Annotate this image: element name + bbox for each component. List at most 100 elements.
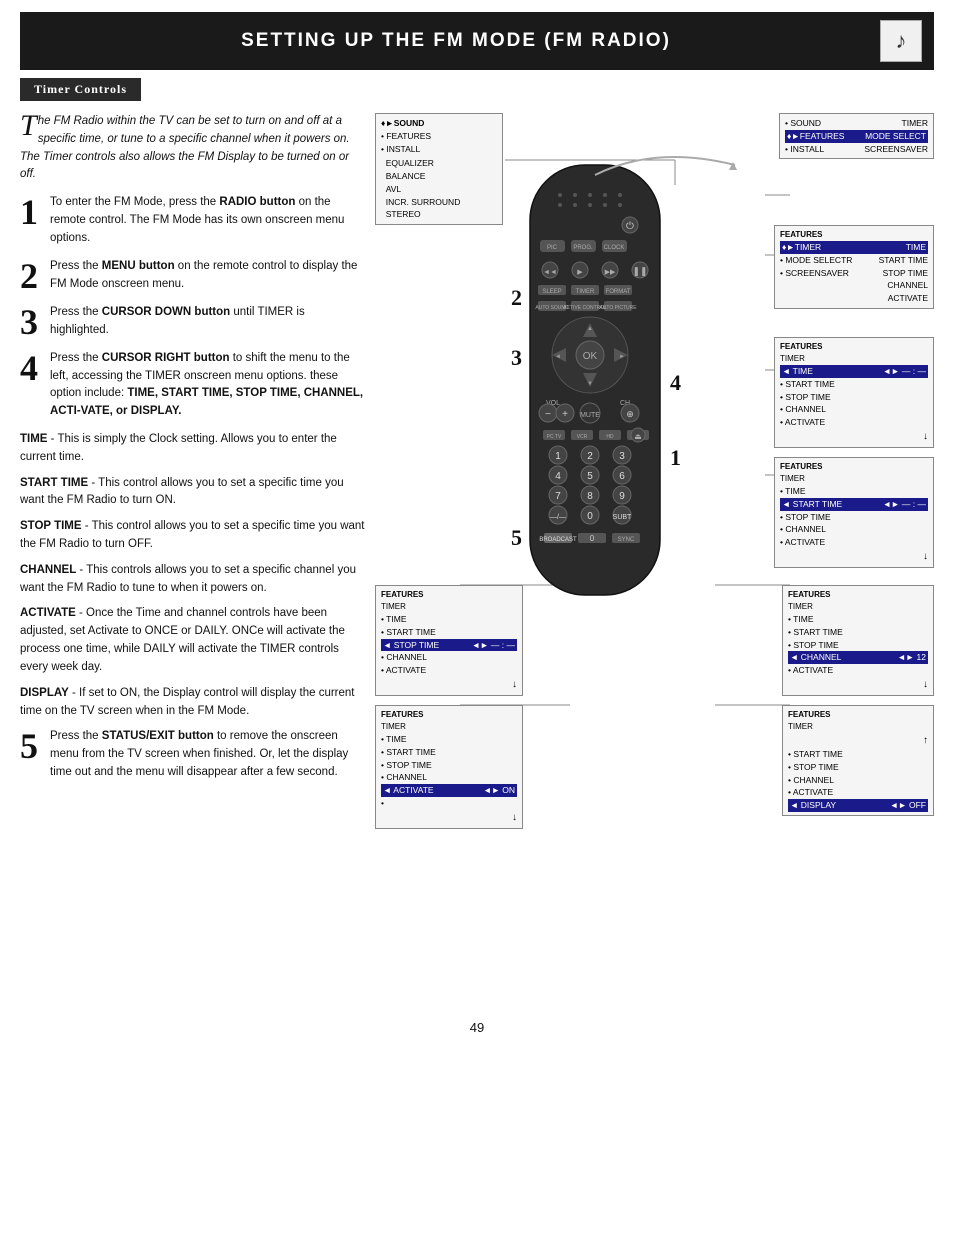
fac-dot: • — [381, 797, 517, 810]
features-timer-box-3: FEATURES TIMER • TIME ◄ START TIME ◄► — … — [774, 457, 934, 568]
ft2-features: FEATURES — [780, 341, 928, 353]
step-1-number: 1 — [20, 194, 44, 247]
ft1-mode-row: • MODE SELECTR START TIME — [780, 254, 928, 267]
ft1-screen-row: • SCREENSAVER STOP TIME — [780, 267, 928, 280]
svg-text:PC TV: PC TV — [547, 434, 562, 440]
svg-text:1: 1 — [555, 451, 561, 462]
fst-arrow-down: ↓ — [381, 677, 517, 692]
sound-menu-topleft: ♦►SOUND • FEATURES • INSTALL EQUALIZER B… — [375, 113, 503, 225]
ft3-features: FEATURES — [780, 461, 928, 473]
svg-text:AUTO PICTURE: AUTO PICTURE — [599, 305, 637, 311]
ft1-activate: ACTIVATE — [888, 293, 928, 303]
svg-text:OK: OK — [583, 351, 598, 362]
ft2-time: ◄ TIME — [782, 365, 813, 378]
ft1-channel: CHANNEL — [887, 280, 928, 290]
svg-text:5: 5 — [587, 471, 593, 482]
ft1-activate-row: ACTIVATE — [780, 292, 928, 305]
svg-text:HD: HD — [606, 434, 614, 440]
body-channel: CHANNEL - This controls allows you to se… — [20, 562, 365, 598]
svg-text:3: 3 — [619, 451, 625, 462]
svg-text:SLEEP: SLEEP — [542, 289, 561, 295]
features-activate-box: FEATURES TIMER • TIME • START TIME • STO… — [375, 705, 523, 829]
fac-stoptime: • STOP TIME — [381, 759, 517, 772]
svg-text:⏏: ⏏ — [634, 432, 642, 441]
sound-item-equalizer: EQUALIZER — [381, 157, 497, 170]
fac-time: • TIME — [381, 733, 517, 746]
ft2-activate: • ACTIVATE — [780, 416, 928, 429]
svg-text:MUTE: MUTE — [580, 412, 600, 419]
svg-text:TIMER: TIMER — [576, 289, 595, 295]
svg-text:9: 9 — [619, 491, 625, 502]
svg-text:+: + — [562, 409, 568, 420]
box-sound-row: • SOUND TIMER — [785, 117, 928, 130]
step-3-text: Press the CURSOR DOWN button until TIMER… — [50, 304, 365, 340]
fst-time: • TIME — [381, 613, 517, 626]
fac-starttime: • START TIME — [381, 746, 517, 759]
svg-text:SUBT: SUBT — [613, 514, 632, 521]
ft2-stoptime: • STOP TIME — [780, 391, 928, 404]
fac-features: FEATURES — [381, 709, 517, 721]
ft1-stoptime: STOP TIME — [883, 267, 928, 280]
box-install-row: • INSTALL SCREENSAVER — [785, 143, 928, 156]
body-time: TIME - This is simply the Clock setting.… — [20, 431, 365, 467]
svg-text:◄: ◄ — [555, 354, 561, 360]
svg-text:2: 2 — [587, 451, 593, 462]
fch-timer: TIMER — [788, 601, 928, 613]
ft1-starttime: START TIME — [879, 254, 928, 267]
features-display-box: FEATURES TIMER ↑ • START TIME • STOP TIM… — [782, 705, 934, 816]
intro-text: T he FM Radio within the TV can be set t… — [20, 113, 365, 184]
fd-starttime: • START TIME — [788, 748, 928, 761]
fac-arrow-down: ↓ — [381, 810, 517, 825]
intro-body: he FM Radio within the TV can be set to … — [20, 115, 350, 180]
ft1-mode: • MODE SELECTR — [780, 254, 852, 267]
features-stoptime-box: FEATURES TIMER • TIME • START TIME ◄ STO… — [375, 585, 523, 696]
fst-features: FEATURES — [381, 589, 517, 601]
fst-stoptime: ◄ STOP TIME — [383, 639, 439, 652]
step-1-container: 1 To enter the FM Mode, press the RADIO … — [20, 194, 365, 247]
fst-starttime: • START TIME — [381, 626, 517, 639]
svg-text:▶▶: ▶▶ — [605, 269, 616, 276]
sr-sound: • SOUND — [785, 117, 821, 130]
right-column: ⏻ PIC PROG. CLOCK ◄◄ ▶ ▶▶ ❚❚ — [375, 105, 934, 1005]
svg-text:4: 4 — [670, 370, 681, 395]
fd-highlighted: ◄ DISPLAY ◄► OFF — [788, 799, 928, 812]
svg-text:PROG.: PROG. — [573, 245, 593, 251]
fst-value: ◄► — : — — [472, 639, 515, 652]
body-display: DISPLAY - If set to ON, the Display cont… — [20, 685, 365, 721]
step-5-number: 5 — [20, 728, 44, 781]
svg-text:3: 3 — [511, 345, 522, 370]
ft3-value: ◄► — : — — [883, 498, 926, 511]
fst-highlighted: ◄ STOP TIME ◄► — : — — [381, 639, 517, 652]
features-timer-box-2: FEATURES TIMER ◄ TIME ◄► — : — • START T… — [774, 337, 934, 448]
step-4-container: 4 Press the CURSOR RIGHT button to shift… — [20, 350, 365, 421]
svg-text:6: 6 — [619, 471, 625, 482]
ft3-activate: • ACTIVATE — [780, 536, 928, 549]
ft1-timer-highlighted: ♦►TIMER TIME — [780, 241, 928, 254]
ft1-screen: • SCREENSAVER — [780, 267, 849, 280]
step-2-container: 2 Press the MENU button on the remote co… — [20, 258, 365, 294]
svg-text:⏻: ⏻ — [626, 221, 634, 232]
svg-text:►: ► — [619, 354, 625, 360]
ft3-time: • TIME — [780, 485, 928, 498]
svg-text:CLOCK: CLOCK — [604, 245, 625, 251]
page-container: Setting up the FM Mode (FM Radio) ♪ Time… — [0, 12, 954, 1045]
svg-text:−: − — [545, 409, 551, 420]
svg-text:▶: ▶ — [577, 269, 583, 276]
ft3-channel: • CHANNEL — [780, 523, 928, 536]
step-5-container: 5 Press the STATUS/EXIT button to remove… — [20, 728, 365, 781]
svg-text:0: 0 — [590, 534, 595, 543]
step-2-text: Press the MENU button on the remote cont… — [50, 258, 365, 294]
svg-text:PIC: PIC — [547, 245, 558, 251]
fac-channel: • CHANNEL — [381, 771, 517, 784]
svg-text:7: 7 — [555, 491, 561, 502]
svg-text:—/—: —/— — [550, 514, 566, 521]
svg-text:FORMAT: FORMAT — [606, 289, 631, 295]
fch-value: ◄► 12 — [897, 651, 926, 664]
ft3-arrow-down: ↓ — [780, 549, 928, 564]
fac-highlighted: ◄ ACTIVATE ◄► ON — [381, 784, 517, 797]
fch-starttime: • START TIME — [788, 626, 928, 639]
ft3-timer-label: TIMER — [780, 473, 928, 485]
svg-text:▲: ▲ — [587, 326, 593, 332]
sound-item-balance: BALANCE — [381, 170, 497, 183]
step-5-text: Press the STATUS/EXIT button to remove t… — [50, 728, 365, 781]
